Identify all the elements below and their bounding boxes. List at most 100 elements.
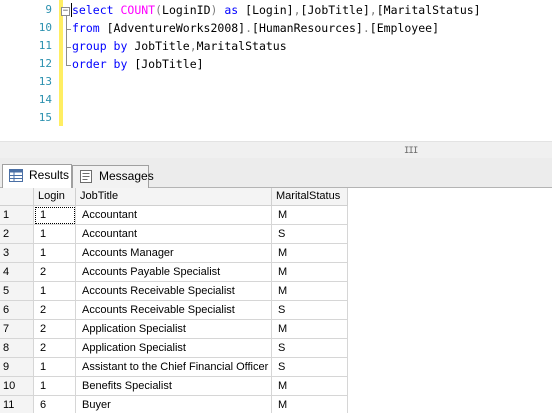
code-token: , (293, 3, 301, 17)
maritalstatus-cell[interactable]: M (272, 282, 348, 301)
code-token: JobTitle (134, 39, 190, 53)
code-token: order by (72, 57, 135, 71)
line-number: 14 (38, 93, 52, 106)
scrollbar-grip-icon[interactable]: III (404, 146, 418, 156)
fold-guide-line (66, 14, 67, 66)
editor-horizontal-scrollbar[interactable]: III (0, 141, 552, 158)
code-token: COUNT (120, 3, 156, 17)
code-token: ( (155, 3, 163, 17)
maritalstatus-cell[interactable]: M (272, 396, 348, 413)
maritalstatus-cell[interactable]: S (272, 301, 348, 320)
code-token: . (245, 21, 253, 35)
column-header-rownum[interactable] (0, 188, 34, 206)
jobtitle-cell[interactable]: Accounts Receivable Specialist (76, 301, 272, 320)
code-token: select (72, 3, 121, 17)
code-line[interactable]: group by JobTitle,MaritalStatus (72, 37, 287, 55)
change-tracking-bar (59, 0, 63, 126)
row-number-cell[interactable]: 11 (0, 396, 34, 413)
login-cell[interactable]: 1 (34, 282, 76, 301)
line-number: 15 (38, 111, 52, 124)
code-token: [HumanResources] (252, 21, 363, 35)
row-number-cell[interactable]: 6 (0, 301, 34, 320)
row-number-cell[interactable]: 3 (0, 244, 34, 263)
column-header-login[interactable]: Login (34, 188, 76, 206)
jobtitle-cell[interactable]: Application Specialist (76, 320, 272, 339)
line-number: 11 (38, 39, 52, 52)
maritalstatus-cell[interactable]: M (272, 377, 348, 396)
jobtitle-cell[interactable]: Benefits Specialist (76, 377, 272, 396)
fold-guide-tick (66, 29, 71, 30)
row-number-cell[interactable]: 7 (0, 320, 34, 339)
jobtitle-cell[interactable]: Accounts Payable Specialist (76, 263, 272, 282)
code-token: LoginID (162, 3, 211, 17)
jobtitle-cell[interactable]: Accounts Receivable Specialist (76, 282, 272, 301)
row-number-cell[interactable]: 9 (0, 358, 34, 377)
line-number: 13 (38, 75, 52, 88)
row-number-cell[interactable]: 10 (0, 377, 34, 396)
tab-messages[interactable]: Messages (72, 165, 154, 188)
maritalstatus-cell[interactable]: S (272, 358, 348, 377)
login-cell[interactable]: 2 (34, 301, 76, 320)
fold-guide-tick (66, 47, 71, 48)
maritalstatus-cell[interactable]: S (272, 339, 348, 358)
maritalstatus-cell[interactable]: M (272, 263, 348, 282)
login-cell[interactable]: 1 (34, 377, 76, 396)
sql-editor[interactable]: 9 10 11 12 13 14 15 − select COUNT(LoginID) as… (0, 0, 552, 126)
table-row[interactable]: 2 1 Accountant S (0, 225, 348, 244)
jobtitle-cell[interactable]: Accountant (76, 225, 272, 244)
table-row[interactable]: 7 2 Application Specialist M (0, 320, 348, 339)
code-token: MaritalStatus (196, 39, 287, 53)
column-header-jobtitle[interactable]: JobTitle (76, 188, 272, 206)
text-caret (71, 3, 72, 17)
column-header-maritalstatus[interactable]: MaritalStatus (272, 188, 348, 206)
fold-guide-tick (66, 65, 71, 66)
table-row[interactable]: 1 1 Accountant M (0, 206, 348, 225)
jobtitle-cell[interactable]: Buyer (76, 396, 272, 413)
code-token: [Login] (245, 3, 294, 17)
table-row[interactable]: 8 2 Application Specialist S (0, 339, 348, 358)
row-number-cell[interactable]: 2 (0, 225, 34, 244)
table-row[interactable]: 10 1 Benefits Specialist M (0, 377, 348, 396)
code-line[interactable]: select COUNT(LoginID) as [Login],[JobTit… (72, 1, 481, 19)
line-number-gutter: 9 10 11 12 13 14 15 (0, 0, 58, 126)
maritalstatus-cell[interactable]: M (272, 206, 348, 225)
login-cell[interactable]: 1 (34, 358, 76, 377)
table-row[interactable]: 3 1 Accounts Manager M (0, 244, 348, 263)
table-row[interactable]: 6 2 Accounts Receivable Specialist S (0, 301, 348, 320)
maritalstatus-cell[interactable]: M (272, 320, 348, 339)
row-number-cell[interactable]: 5 (0, 282, 34, 301)
code-line[interactable]: from [AdventureWorks2008].[HumanResource… (72, 19, 439, 37)
table-row[interactable]: 5 1 Accounts Receivable Specialist M (0, 282, 348, 301)
login-cell[interactable]: 6 (34, 396, 76, 413)
login-cell[interactable]: 1 (34, 206, 76, 225)
login-cell[interactable]: 2 (34, 339, 76, 358)
jobtitle-cell[interactable]: Assistant to the Chief Financial Officer (76, 358, 272, 377)
row-number-cell[interactable]: 4 (0, 263, 34, 282)
results-grid[interactable]: Login JobTitle MaritalStatus 1 1 Accountan… (0, 188, 552, 413)
jobtitle-cell[interactable]: Application Specialist (76, 339, 272, 358)
maritalstatus-cell[interactable]: M (272, 244, 348, 263)
grid-icon (9, 169, 23, 182)
login-cell[interactable]: 2 (34, 320, 76, 339)
line-number: 9 (45, 3, 52, 16)
maritalstatus-cell[interactable]: S (272, 225, 348, 244)
tab-results[interactable]: Results (2, 164, 72, 188)
tab-messages-label: Messages (99, 169, 154, 183)
jobtitle-cell[interactable]: Accountant (76, 206, 272, 225)
code-token: [MaritalStatus] (376, 3, 481, 17)
table-row[interactable]: 11 6 Buyer M (0, 396, 348, 413)
code-line[interactable]: order by [JobTitle] (72, 55, 204, 73)
login-cell[interactable]: 1 (34, 225, 76, 244)
table-row[interactable]: 9 1 Assistant to the Chief Financial Offic… (0, 358, 348, 377)
login-cell[interactable]: 2 (34, 263, 76, 282)
line-number: 10 (38, 21, 52, 34)
code-token: from (72, 21, 107, 35)
row-number-cell[interactable]: 8 (0, 339, 34, 358)
table-row[interactable]: 4 2 Accounts Payable Specialist M (0, 263, 348, 282)
row-number-cell[interactable]: 1 (0, 206, 34, 225)
collapse-icon[interactable]: − (61, 7, 70, 16)
jobtitle-cell[interactable]: Accounts Manager (76, 244, 272, 263)
login-cell[interactable]: 1 (34, 244, 76, 263)
code-token: as (217, 3, 246, 17)
tab-results-label: Results (29, 168, 70, 182)
